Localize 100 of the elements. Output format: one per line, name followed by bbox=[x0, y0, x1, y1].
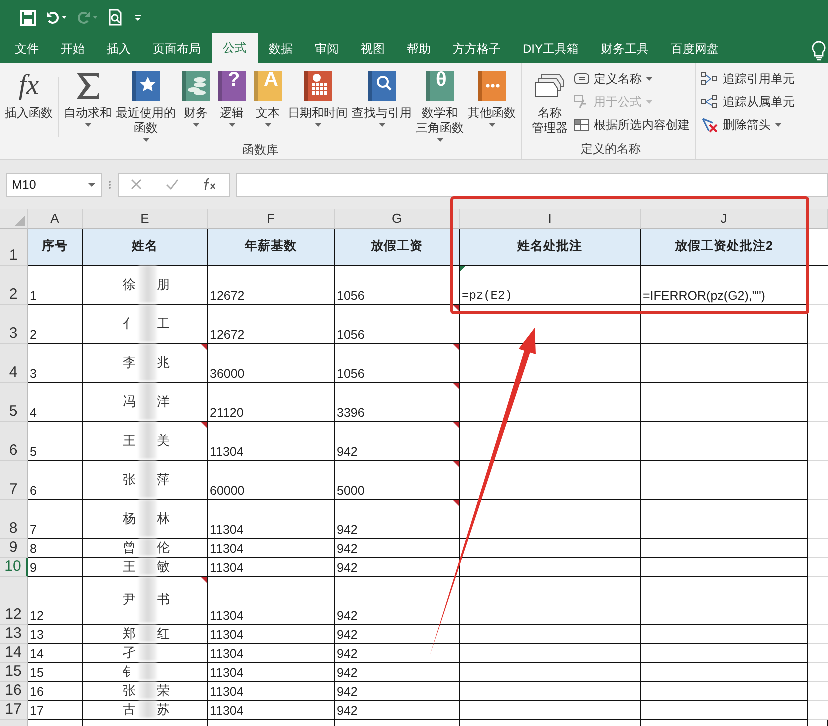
ribbon-tab[interactable]: 审阅 bbox=[304, 35, 350, 63]
table-cell: 3 bbox=[28, 344, 83, 383]
ribbon-tab[interactable]: 百度网盘 bbox=[660, 35, 730, 63]
ribbon-button[interactable]: ? 逻辑 bbox=[214, 69, 250, 127]
ribbon-tab[interactable]: DIY工具箱 bbox=[512, 35, 590, 63]
column-header[interactable]: F bbox=[208, 209, 335, 229]
blurred-text bbox=[139, 422, 157, 459]
blurred-text bbox=[139, 682, 157, 699]
table-cell: 12 bbox=[28, 577, 83, 625]
ribbon-tab[interactable]: 方方格子 bbox=[442, 35, 512, 63]
ribbon-button[interactable]: 删除箭头 bbox=[699, 115, 797, 135]
column-header[interactable] bbox=[808, 209, 828, 229]
ribbon-tab[interactable]: 页面布局 bbox=[142, 35, 212, 63]
table-cell: 11304 bbox=[208, 625, 335, 644]
cell-text: 942 bbox=[337, 685, 358, 699]
cell-text: 1056 bbox=[337, 328, 365, 342]
table-cell: 11304 bbox=[208, 701, 335, 720]
ribbon-button[interactable]: 追踪引用单元 bbox=[699, 69, 797, 89]
column-header[interactable]: E bbox=[83, 209, 208, 229]
row-header[interactable]: 12 bbox=[0, 577, 28, 625]
name-text: 洋 bbox=[157, 392, 171, 410]
row-header[interactable]: 5 bbox=[0, 383, 28, 422]
blurred-text bbox=[139, 539, 157, 556]
row-header[interactable]: 10 bbox=[0, 558, 28, 577]
blurred-text bbox=[139, 383, 157, 420]
ribbon-button[interactable]: A 文本 bbox=[250, 69, 286, 127]
ribbon-tab[interactable]: 插入 bbox=[96, 35, 142, 63]
print-preview-icon[interactable] bbox=[108, 9, 124, 26]
caret-icon bbox=[192, 123, 200, 127]
save-icon[interactable] bbox=[20, 10, 36, 26]
column-header[interactable]: A bbox=[28, 209, 83, 229]
ribbon-tab[interactable]: 数据 bbox=[258, 35, 304, 63]
ribbon-button[interactable]: 根据所选内容创建 bbox=[572, 115, 692, 135]
ribbon-button[interactable]: 财务 bbox=[178, 69, 214, 127]
trace-icon bbox=[701, 72, 719, 86]
name-text: 张 bbox=[123, 682, 137, 700]
name-text: 冯 bbox=[123, 392, 137, 410]
ribbon-button[interactable]: θ 数学和 三角函数 bbox=[414, 69, 466, 142]
check-icon[interactable] bbox=[166, 179, 179, 190]
ribbon-button[interactable]: 其他函数 bbox=[466, 69, 518, 127]
ribbon-button[interactable]: 追踪从属单元 bbox=[699, 92, 797, 112]
row-header[interactable]: 13 bbox=[0, 625, 28, 644]
lightbulb-icon[interactable] bbox=[812, 41, 826, 61]
header-cell: 姓名 bbox=[83, 229, 208, 266]
table-cell: 1 bbox=[28, 266, 83, 305]
table-cell: 17 bbox=[28, 701, 83, 720]
table-cell: 11304 bbox=[208, 577, 335, 625]
ribbon-tab[interactable]: 文件 bbox=[4, 35, 50, 63]
column-header[interactable]: I bbox=[460, 209, 641, 229]
cell-text: 942 bbox=[337, 523, 358, 537]
blurred-text bbox=[139, 558, 157, 575]
table-cell: 11304 bbox=[208, 500, 335, 539]
row-header[interactable]: 2 bbox=[0, 266, 28, 305]
ribbon-tab[interactable]: 公式 bbox=[212, 33, 258, 63]
column-header[interactable]: J bbox=[641, 209, 808, 229]
insert-function-icon[interactable] bbox=[203, 178, 217, 191]
blurred-text bbox=[139, 644, 157, 661]
caret-icon bbox=[436, 138, 444, 142]
row-header[interactable]: 6 bbox=[0, 422, 28, 461]
row-header[interactable]: 1 bbox=[0, 229, 28, 266]
row-header[interactable]: 15 bbox=[0, 663, 28, 682]
column-header[interactable]: G bbox=[335, 209, 460, 229]
name-box[interactable]: M10 bbox=[6, 172, 102, 196]
ribbon-button[interactable]: 日期和时间 bbox=[286, 69, 350, 127]
cell-text: 942 bbox=[337, 647, 358, 661]
ribbon-button[interactable]: 自动求和 bbox=[62, 69, 114, 127]
ribbon-button[interactable]: 查找与引用 bbox=[350, 69, 414, 127]
table-cell: 6 bbox=[28, 461, 83, 500]
ribbon-tab[interactable]: 帮助 bbox=[396, 35, 442, 63]
cell-text: 942 bbox=[337, 445, 358, 459]
name-manager-button[interactable]: 名称 管理器 bbox=[530, 69, 570, 136]
ribbon-tab[interactable]: 财务工具 bbox=[590, 35, 660, 63]
caret-icon bbox=[93, 16, 98, 19]
name-text: 古 bbox=[123, 700, 137, 718]
ribbon-button[interactable]: 定义名称 bbox=[572, 69, 692, 89]
row-header[interactable]: 17 bbox=[0, 701, 28, 720]
ribbon-button[interactable]: 最近使用的 函数 bbox=[114, 69, 178, 142]
redo-button[interactable] bbox=[77, 10, 98, 24]
row-header[interactable]: 16 bbox=[0, 682, 28, 701]
row-header[interactable]: 7 bbox=[0, 461, 28, 500]
ribbon-button[interactable]: fx 插入函数 bbox=[3, 69, 55, 121]
header-cell: 年薪基数 bbox=[208, 229, 335, 266]
blurred-text bbox=[139, 305, 157, 342]
cancel-icon[interactable] bbox=[131, 179, 142, 190]
table-cell: 12672 bbox=[208, 305, 335, 344]
name-text: 苏 bbox=[157, 700, 171, 718]
ribbon-tab[interactable]: 视图 bbox=[350, 35, 396, 63]
row-header[interactable]: 8 bbox=[0, 500, 28, 539]
ribbon-tab[interactable]: 开始 bbox=[50, 35, 96, 63]
formula-input[interactable] bbox=[236, 172, 828, 196]
row-header[interactable]: 4 bbox=[0, 344, 28, 383]
book-icon bbox=[424, 70, 456, 102]
blurred-text bbox=[139, 500, 157, 537]
row-header[interactable]: 3 bbox=[0, 305, 28, 344]
undo-button[interactable] bbox=[46, 10, 67, 24]
group-label: 定义的名称 bbox=[580, 141, 642, 158]
name-text: 杨 bbox=[123, 510, 137, 528]
row-header[interactable]: 14 bbox=[0, 644, 28, 663]
row-header[interactable]: 9 bbox=[0, 539, 28, 558]
customize-icon[interactable] bbox=[134, 14, 142, 22]
